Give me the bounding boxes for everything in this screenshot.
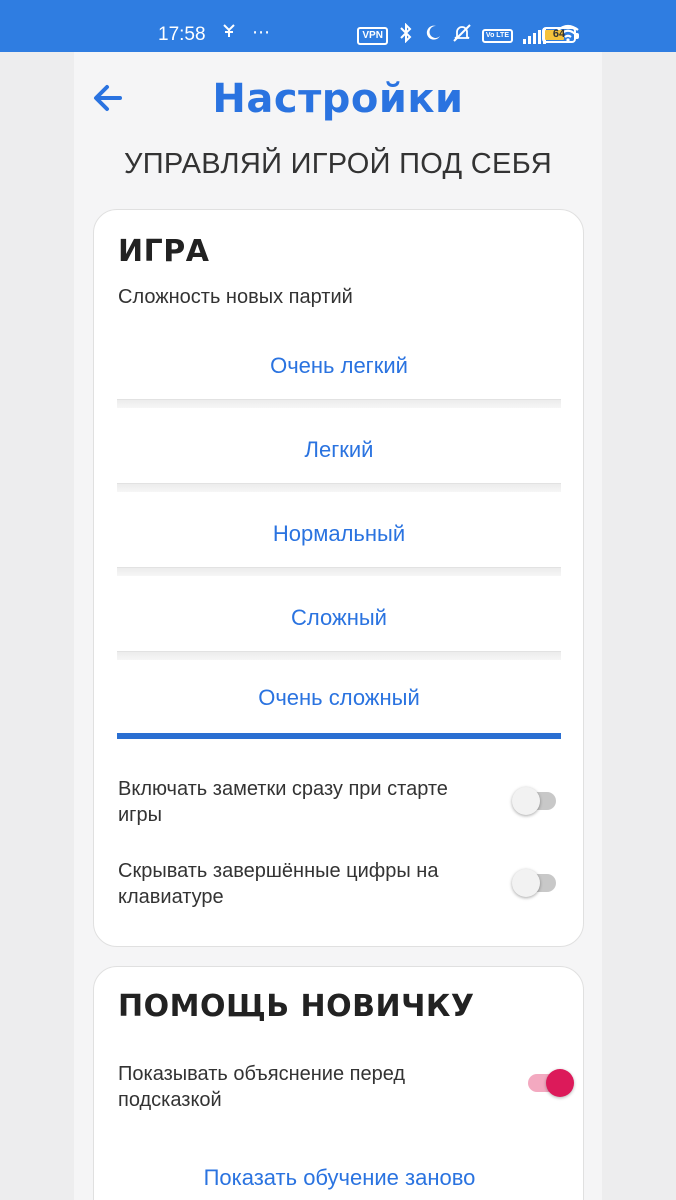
volte-icon: Vo LTE <box>481 28 513 43</box>
option-divider <box>117 483 561 492</box>
battery-level: 64 <box>552 28 566 40</box>
option-divider <box>117 567 561 576</box>
difficulty-option-label: Нормальный <box>272 521 406 546</box>
section-heading-help: ПОМОЩЬ НОВИЧКУ <box>118 989 475 1024</box>
game-settings-card: ИГРА Сложность новых партий Очень легкий… <box>93 209 584 947</box>
difficulty-option-label: Очень легкий <box>270 353 408 378</box>
battery-icon: 64 <box>542 27 579 43</box>
status-bar: 17:58 ⋯ VPN Vo LTE 64 <box>0 0 676 52</box>
background-right <box>602 52 676 1200</box>
bluetooth-icon <box>398 22 414 48</box>
setting-label: Показывать объяснение перед подсказкой <box>118 1063 406 1111</box>
show-tutorial-button[interactable]: Показать обучение заново <box>94 1165 585 1191</box>
more-notifications-icon: ⋯ <box>252 22 270 42</box>
hide-completed-digits-toggle[interactable] <box>512 869 558 897</box>
difficulty-option-easy[interactable]: Легкий <box>117 408 561 492</box>
difficulty-label: Сложность новых партий <box>118 286 353 308</box>
difficulty-option-label: Легкий <box>304 437 374 462</box>
notification-icon <box>220 22 238 45</box>
option-divider <box>117 399 561 408</box>
setting-label: Скрывать завершённые цифры на клавиатуре <box>118 860 439 908</box>
page-subtitle: УПРАВЛЯЙ ИГРОЙ ПОД СЕБЯ <box>124 148 552 180</box>
status-left-icons: ⋯ <box>220 22 270 45</box>
background-left <box>0 52 74 1200</box>
difficulty-option-label: Сложный <box>291 605 387 630</box>
selected-indicator <box>117 733 561 739</box>
difficulty-option-very-easy[interactable]: Очень легкий <box>117 324 561 408</box>
section-heading-game: ИГРА <box>118 234 210 269</box>
status-time: 17:58 <box>158 24 206 45</box>
setting-label: Включать заметки сразу при старте игры <box>118 778 448 826</box>
difficulty-option-hard[interactable]: Сложный <box>117 576 561 660</box>
notes-on-start-toggle[interactable] <box>512 787 558 815</box>
page-title: Настройки <box>212 76 464 122</box>
difficulty-option-very-hard[interactable]: Очень сложный <box>117 656 561 740</box>
explain-before-hint-toggle[interactable] <box>524 1069 574 1097</box>
difficulty-option-normal[interactable]: Нормальный <box>117 492 561 576</box>
beginner-help-card: ПОМОЩЬ НОВИЧКУ Показывать объяснение пер… <box>93 966 584 1200</box>
difficulty-option-label: Очень сложный <box>258 685 420 710</box>
vpn-icon: VPN <box>357 26 388 45</box>
do-not-disturb-moon-icon <box>424 24 442 47</box>
silent-bell-icon <box>452 23 472 48</box>
